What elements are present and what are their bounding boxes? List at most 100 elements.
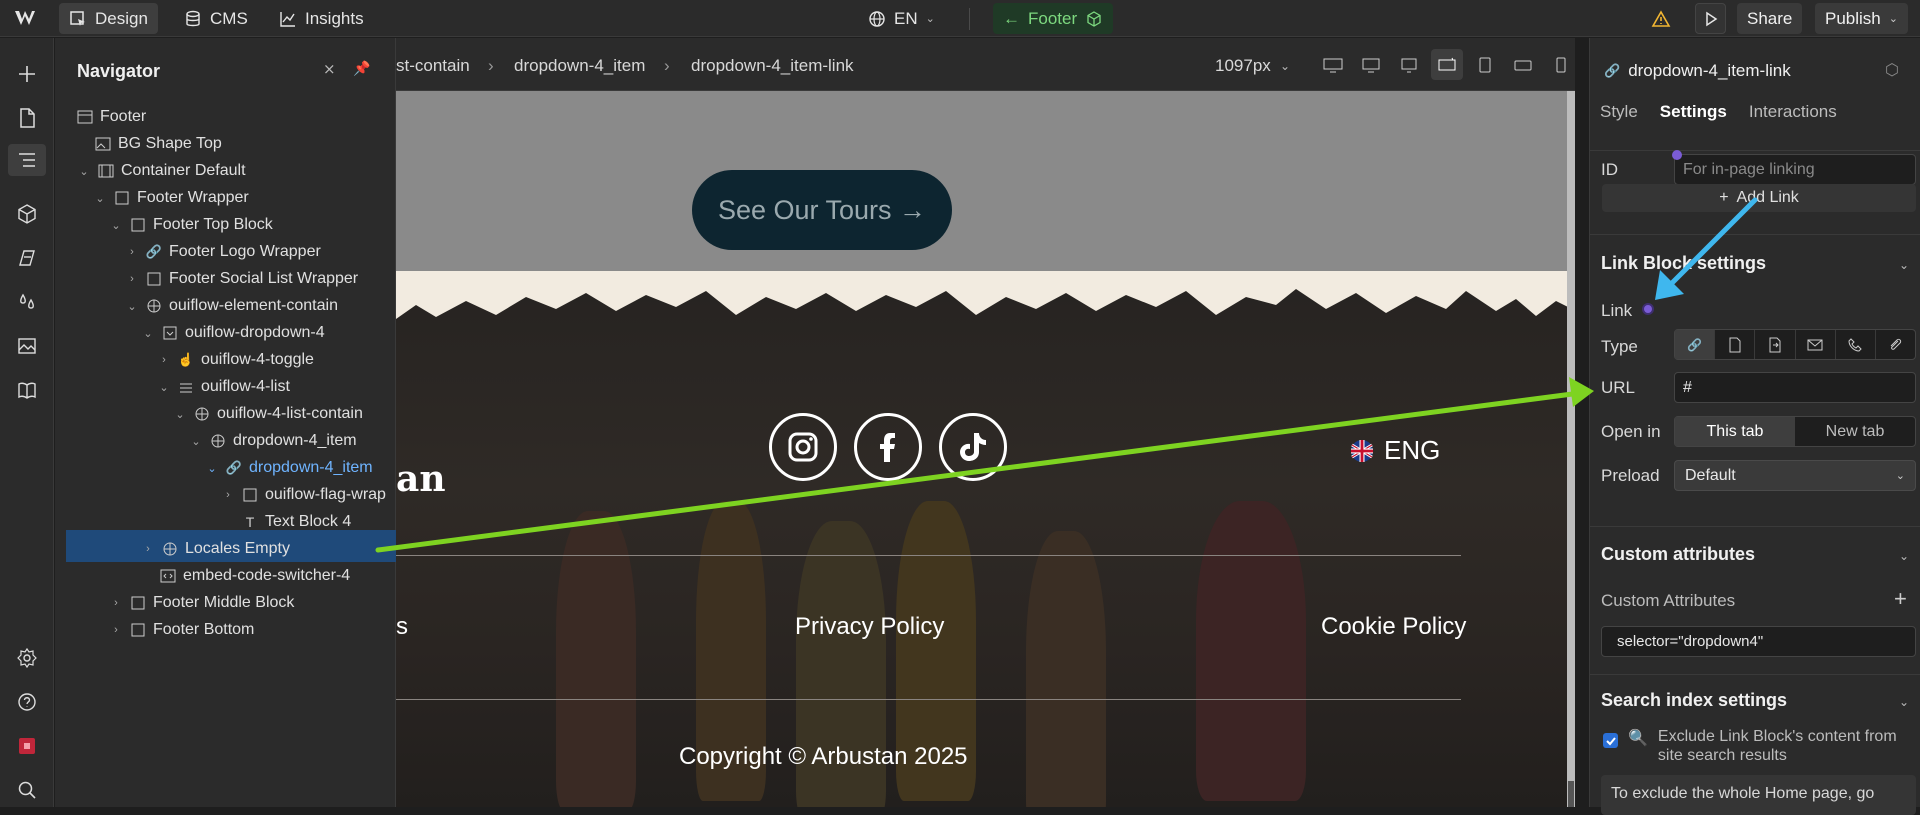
link-type-group: 🔗	[1674, 329, 1916, 360]
mobile-portrait-icon[interactable]	[1545, 49, 1575, 80]
custom-attribute-item[interactable]: selector="dropdown4"	[1601, 626, 1916, 657]
desktop-large-icon[interactable]	[1355, 49, 1387, 80]
apps-gear-icon[interactable]	[11, 642, 43, 674]
page-link-icon[interactable]	[1715, 330, 1756, 359]
chevron-right-icon[interactable]: ›	[221, 489, 235, 501]
email-link-icon[interactable]	[1796, 330, 1836, 359]
chevron-down-icon[interactable]: ⌄	[173, 408, 187, 421]
tablet-icon[interactable]	[1469, 49, 1501, 80]
tab-style[interactable]: Style	[1600, 102, 1638, 122]
attachment-link-icon[interactable]	[1876, 330, 1915, 359]
chevron-right-icon[interactable]: ›	[125, 246, 139, 258]
footer-logo-text[interactable]: an	[396, 458, 446, 500]
desktop-base-icon[interactable]	[1431, 49, 1463, 80]
webflow-logo-icon[interactable]	[14, 8, 42, 28]
tab-interactions[interactable]: Interactions	[1749, 102, 1837, 122]
link-block-settings-title[interactable]: Link Block settings	[1601, 253, 1766, 274]
search-icon[interactable]	[11, 774, 43, 806]
panel-title-label: dropdown-4_item-link	[1628, 61, 1791, 80]
variables-drops-icon[interactable]	[11, 286, 43, 318]
chevron-down-icon[interactable]: ⌄	[1899, 549, 1909, 563]
chevron-down-icon[interactable]: ⌄	[93, 192, 107, 205]
nav-item-label: ouiflow-4-toggle	[201, 351, 314, 368]
cookie-policy-link[interactable]: Cookie Policy	[1321, 613, 1466, 641]
navigator-icon[interactable]	[8, 144, 46, 176]
chevron-down-icon[interactable]: ⌄	[125, 300, 139, 313]
chevron-right-icon[interactable]: ›	[157, 354, 171, 366]
chevron-down-icon[interactable]: ⌄	[109, 219, 123, 232]
chevron-right-icon: ›	[664, 56, 670, 75]
warning-icon[interactable]	[1645, 3, 1676, 34]
section-link-icon[interactable]	[1755, 330, 1796, 359]
tab-settings[interactable]: Settings	[1660, 102, 1727, 122]
pin-icon[interactable]: 📌	[353, 60, 370, 77]
component-label: Footer	[1028, 8, 1078, 28]
design-tab[interactable]: Design	[59, 3, 158, 34]
nav-item-label: embed-code-switcher-4	[183, 567, 351, 584]
variable-binding-dot[interactable]	[1672, 150, 1682, 160]
viewport-width[interactable]: 1097px	[1215, 56, 1271, 76]
chevron-down-icon[interactable]: ⌄	[205, 462, 219, 475]
chevron-right-icon[interactable]: ›	[109, 597, 123, 609]
url-input[interactable]: #	[1674, 372, 1916, 403]
chevron-right-icon[interactable]: ›	[109, 624, 123, 636]
navigator-title: Navigator	[77, 61, 161, 81]
chevron-right-icon[interactable]: ›	[125, 273, 139, 285]
id-input[interactable]: For in-page linking	[1674, 154, 1916, 185]
book-icon[interactable]	[11, 374, 43, 406]
component-chip[interactable]: ← Footer	[993, 3, 1114, 34]
breadcrumb-item[interactable]: dropdown-4_item	[514, 56, 645, 76]
chevron-down-icon[interactable]: ⌄	[1899, 258, 1909, 272]
tiktok-icon[interactable]	[939, 413, 1007, 481]
chevron-down-icon[interactable]: ⌄	[1280, 59, 1290, 73]
chevron-right-icon[interactable]: ›	[141, 543, 155, 555]
chevron-down-icon[interactable]: ⌄	[157, 381, 171, 394]
custom-attributes-title[interactable]: Custom attributes	[1601, 544, 1755, 565]
language-dropdown-toggle[interactable]: ENG	[1350, 435, 1440, 466]
add-icon[interactable]	[11, 58, 43, 90]
search-index-title[interactable]: Search index settings	[1601, 690, 1787, 711]
chevron-down-icon[interactable]: ⌄	[1899, 695, 1909, 709]
chevron-down-icon[interactable]: ⌄	[141, 327, 155, 340]
breadcrumb-item[interactable]: st-contain	[396, 56, 470, 76]
mobile-landscape-icon[interactable]	[1507, 49, 1539, 80]
preload-select[interactable]: Default ⌄	[1674, 460, 1916, 491]
new-tab-option[interactable]: New tab	[1795, 417, 1915, 446]
nav-item-label: Locales Empty	[185, 540, 290, 557]
pages-icon[interactable]	[11, 102, 43, 134]
nav-item-footer-bottom[interactable]: › Footer Bottom	[109, 614, 254, 646]
assets-image-icon[interactable]	[11, 330, 43, 362]
scrollbar-thumb[interactable]	[1568, 781, 1574, 807]
style-selectors-icon[interactable]	[11, 242, 43, 274]
exclude-search-checkbox[interactable]	[1603, 733, 1618, 748]
chevron-down-icon[interactable]: ⌄	[189, 435, 203, 448]
instagram-icon[interactable]	[769, 413, 837, 481]
preview-play-button[interactable]	[1695, 3, 1726, 34]
this-tab-option[interactable]: This tab	[1675, 417, 1795, 446]
open-in-label: Open in	[1601, 422, 1661, 441]
publish-button[interactable]: Publish ⌄	[1815, 3, 1908, 34]
url-link-icon[interactable]: 🔗	[1675, 330, 1716, 359]
cms-tab[interactable]: CMS	[174, 3, 258, 34]
variable-binding-dot[interactable]	[1642, 303, 1654, 315]
privacy-policy-link[interactable]: Privacy Policy	[795, 613, 944, 641]
facebook-icon[interactable]	[854, 413, 922, 481]
add-link-button[interactable]: + Add Link	[1602, 184, 1916, 212]
canvas-scrollbar[interactable]	[1567, 91, 1575, 807]
breadcrumb-item[interactable]: dropdown-4_item-link	[691, 56, 854, 76]
insights-tab[interactable]: Insights	[269, 3, 374, 34]
phone-link-icon[interactable]	[1836, 330, 1876, 359]
chevron-down-icon[interactable]: ⌄	[77, 165, 91, 178]
desktop-xl-icon[interactable]	[1317, 49, 1349, 80]
footer-link[interactable]: s	[396, 613, 408, 641]
record-icon[interactable]	[11, 730, 43, 762]
component-icon[interactable]: ⬡	[1885, 60, 1899, 80]
desktop-icon[interactable]	[1393, 49, 1425, 80]
see-our-tours-button[interactable]: See Our Tours →	[692, 170, 952, 250]
share-button[interactable]: Share	[1737, 3, 1803, 34]
add-attribute-icon[interactable]: +	[1894, 586, 1907, 612]
help-icon[interactable]	[11, 686, 43, 718]
locale-switcher[interactable]: EN ⌄	[858, 3, 945, 34]
collapse-icon[interactable]: ⨯	[323, 60, 336, 78]
components-icon[interactable]	[11, 198, 43, 230]
